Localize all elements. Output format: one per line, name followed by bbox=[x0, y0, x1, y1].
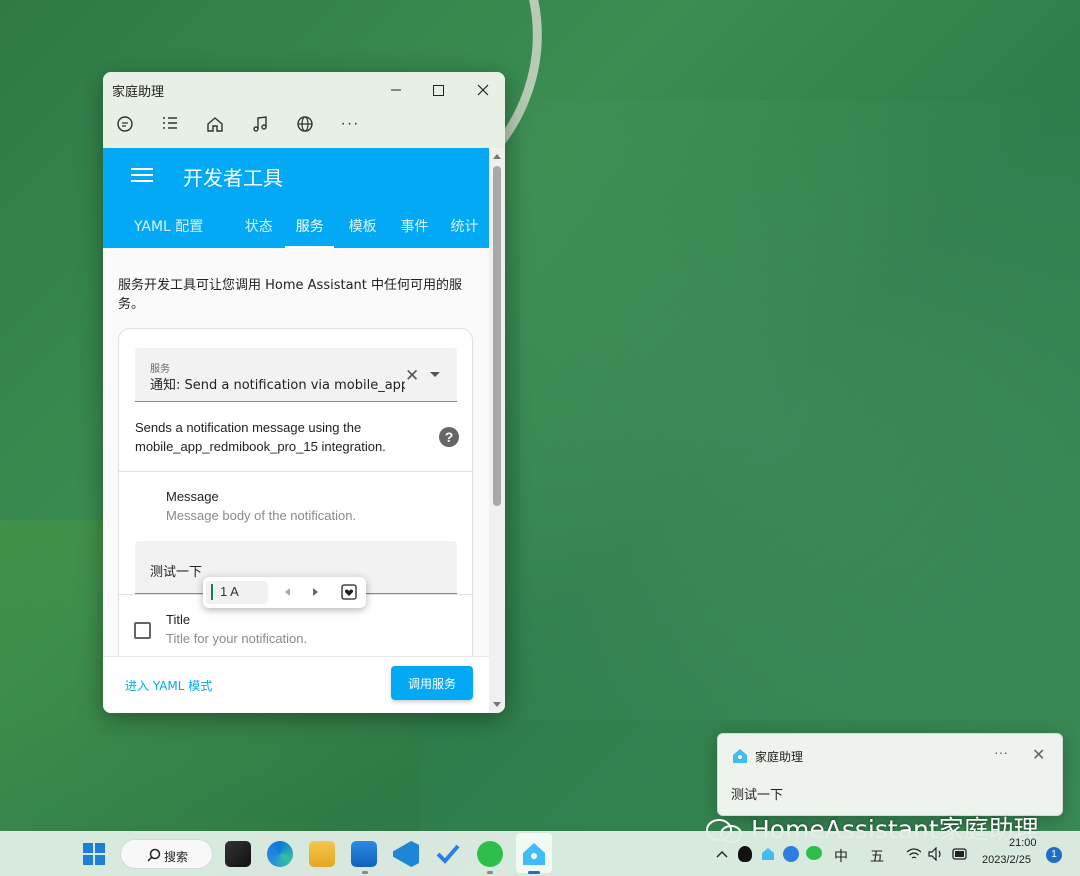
ime-next-icon[interactable] bbox=[312, 587, 320, 597]
close-icon[interactable]: ✕ bbox=[1032, 745, 1045, 765]
close-icon bbox=[477, 84, 489, 96]
more-icon: ··· bbox=[340, 115, 360, 132]
scrollbar[interactable] bbox=[489, 148, 505, 713]
toast-app-name: 家庭助理 bbox=[755, 750, 804, 764]
start-button[interactable] bbox=[83, 843, 105, 865]
app-indicator bbox=[362, 871, 368, 874]
home-assistant-icon[interactable] bbox=[521, 841, 547, 867]
vpn-icon[interactable] bbox=[783, 846, 799, 862]
ime-caret bbox=[211, 584, 213, 600]
tab-statistics[interactable]: 统计 bbox=[440, 204, 489, 248]
tab-services[interactable]: 服务 bbox=[285, 204, 335, 248]
title-checkbox[interactable] bbox=[134, 622, 151, 639]
ime-input-method[interactable]: 五 bbox=[870, 846, 884, 866]
service-label: 服务 bbox=[150, 364, 170, 375]
wallpaper-field bbox=[520, 100, 1080, 720]
ime-popup: 1 A bbox=[203, 577, 366, 608]
scroll-thumb[interactable] bbox=[493, 166, 501, 506]
title-field-hint: Title for your notification. bbox=[166, 631, 308, 646]
app-indicator bbox=[487, 871, 493, 874]
wechat-tray-icon[interactable] bbox=[806, 846, 822, 860]
music-button[interactable] bbox=[248, 112, 272, 136]
chevron-down-icon[interactable] bbox=[430, 372, 440, 377]
app-toolbar: ··· bbox=[113, 112, 362, 136]
service-picker[interactable]: 服务 通知: Send a notification via mobile_ap… bbox=[135, 348, 457, 402]
ime-mode[interactable]: 中 bbox=[834, 846, 848, 866]
task-view-icon[interactable] bbox=[225, 841, 251, 867]
tab-templates[interactable]: 模板 bbox=[336, 204, 389, 248]
chat-button[interactable] bbox=[113, 112, 137, 136]
taskbar: 搜索 中 五 21:00 2023/2/25 1 bbox=[0, 831, 1080, 876]
ime-text: 1 A bbox=[220, 584, 239, 599]
help-icon[interactable]: ? bbox=[439, 427, 459, 447]
message-field-name: Message bbox=[166, 489, 219, 504]
service-value: 通知: Send a notification via mobile_app_r bbox=[150, 378, 405, 393]
yaml-mode-link[interactable]: 进入 YAML 模式 bbox=[125, 677, 212, 694]
toast-body: 测试一下 bbox=[731, 788, 784, 803]
service-description: Sends a notification message using the m… bbox=[135, 420, 386, 454]
chevron-up-icon[interactable] bbox=[716, 849, 728, 859]
list-icon bbox=[163, 117, 177, 129]
wifi-icon[interactable] bbox=[906, 847, 922, 861]
more-icon[interactable]: ··· bbox=[994, 744, 1008, 760]
ime-composition: 1 A bbox=[206, 581, 268, 604]
mail-icon[interactable] bbox=[351, 841, 377, 867]
intro-text: 服务开发工具可让您调用 Home Assistant 中任何可用的服务。 bbox=[118, 278, 463, 312]
message-field-hint: Message body of the notification. bbox=[166, 508, 357, 523]
search-icon bbox=[147, 848, 161, 862]
globe-icon bbox=[297, 116, 313, 132]
tab-bar: YAML 配置 状态 服务 模板 事件 统计 bbox=[103, 204, 489, 248]
app-content: 开发者工具 YAML 配置 状态 服务 模板 事件 统计 服务开发工具可让您调用… bbox=[103, 148, 489, 713]
battery-icon[interactable] bbox=[951, 847, 969, 861]
footer-bar: 进入 YAML 模式 调用服务 bbox=[103, 656, 489, 713]
edge-icon[interactable] bbox=[267, 841, 293, 867]
ime-prev-icon[interactable] bbox=[283, 587, 291, 597]
maximize-icon bbox=[432, 84, 444, 96]
page-title: 开发者工具 bbox=[183, 166, 283, 190]
message-value: 测试一下 bbox=[150, 565, 203, 580]
home-assistant-icon bbox=[733, 749, 747, 763]
scroll-down-icon[interactable] bbox=[493, 702, 501, 707]
search-label: 搜索 bbox=[164, 850, 189, 864]
minimize-icon bbox=[391, 89, 401, 91]
todo-icon[interactable] bbox=[435, 841, 461, 867]
divider bbox=[119, 471, 472, 472]
home-icon bbox=[207, 117, 223, 132]
globe-button[interactable] bbox=[293, 112, 317, 136]
call-service-button[interactable]: 调用服务 bbox=[391, 666, 473, 700]
list-button[interactable] bbox=[158, 112, 182, 136]
music-icon bbox=[253, 116, 267, 132]
menu-button[interactable] bbox=[131, 164, 153, 186]
scroll-up-icon[interactable] bbox=[493, 154, 501, 159]
chat-icon bbox=[117, 116, 133, 132]
home-button[interactable] bbox=[203, 112, 227, 136]
window-titlebar: 家庭助理 ··· bbox=[103, 72, 505, 148]
volume-icon[interactable] bbox=[928, 847, 944, 861]
file-explorer-icon[interactable] bbox=[309, 841, 335, 867]
home-assistant-tray-icon[interactable] bbox=[761, 847, 775, 861]
title-field-name: Title bbox=[166, 612, 191, 627]
clock-time[interactable]: 21:00 bbox=[1009, 837, 1037, 849]
app-indicator-active bbox=[528, 871, 540, 874]
maximize-button[interactable] bbox=[423, 76, 453, 104]
minimize-button[interactable] bbox=[381, 76, 411, 104]
vscode-icon[interactable] bbox=[393, 841, 419, 867]
close-button[interactable] bbox=[468, 76, 498, 104]
clear-icon[interactable]: ✕ bbox=[405, 366, 419, 386]
tab-yaml[interactable]: YAML 配置 bbox=[103, 204, 234, 248]
taskbar-search[interactable]: 搜索 bbox=[120, 839, 213, 869]
tab-states[interactable]: 状态 bbox=[234, 204, 283, 248]
wechat-icon[interactable] bbox=[477, 841, 503, 867]
app-header: 开发者工具 YAML 配置 状态 服务 模板 事件 统计 bbox=[103, 148, 489, 248]
clock-date[interactable]: 2023/2/25 bbox=[982, 854, 1031, 866]
ime-favorite-icon[interactable] bbox=[341, 584, 357, 600]
qq-icon[interactable] bbox=[738, 846, 752, 862]
toast-notification[interactable]: 家庭助理 ··· ✕ 测试一下 bbox=[717, 733, 1063, 816]
window-title: 家庭助理 bbox=[112, 85, 165, 100]
notification-badge[interactable]: 1 bbox=[1046, 847, 1062, 863]
app-window: 家庭助理 ··· 开发者工具 YAML 配置 状态 服务 模板 事件 统计 服务… bbox=[103, 72, 505, 713]
tab-events[interactable]: 事件 bbox=[389, 204, 440, 248]
more-button[interactable]: ··· bbox=[338, 112, 362, 136]
